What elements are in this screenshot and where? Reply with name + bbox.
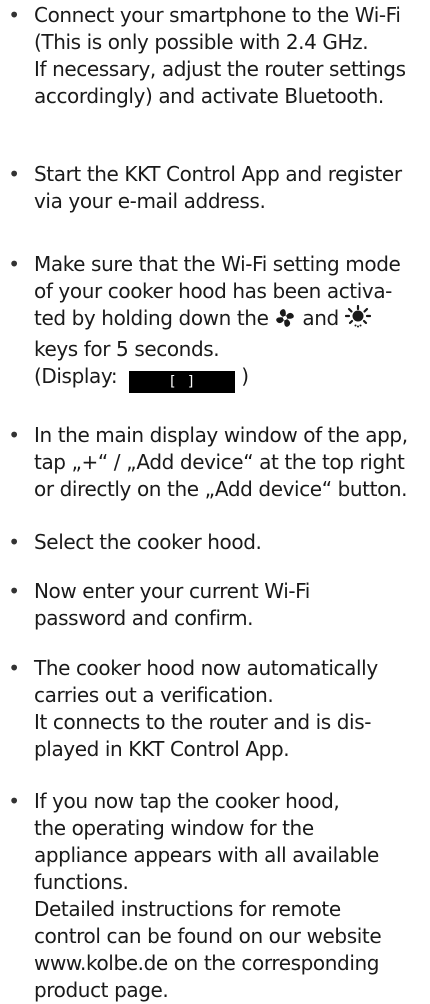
step-text-line: control can be found on our website (34, 924, 382, 948)
list-item-select-hood: • Select the cooker hood. (8, 529, 424, 556)
list-item-enter-password: • Now enter your current Wi-Fi password … (8, 578, 424, 632)
step-text-line: Make sure that the Wi-Fi setting mode (34, 252, 401, 276)
display-close-paren: ) (241, 364, 249, 388)
step-text-line: Now enter your current Wi-Fi (34, 579, 310, 603)
step-text-line: (This is only possible with 2.4 GHz. (34, 30, 369, 54)
step-text-fragment: ted by holding down the (34, 306, 275, 330)
fan-icon (274, 307, 296, 336)
step-text-line: product page. (34, 978, 169, 1002)
step-text-fragment: and (296, 306, 345, 330)
step-text-line: functions. (34, 870, 129, 894)
step-text-line: Connect your smartphone to the Wi-Fi (34, 3, 401, 27)
display-indicator: [ ] (129, 371, 236, 393)
step-text-line: tap „+“ / „Add device“ at the top right (34, 450, 405, 474)
bullet: • (8, 423, 20, 447)
step-text-line: via your e-mail address. (34, 189, 266, 213)
step-text-line: Start the KKT Control App and register (34, 162, 402, 186)
step-text-line: The cooker hood now automatically (34, 656, 378, 680)
step-text-line: Detailed instructions for remote (34, 897, 341, 921)
step-text-line: or directly on the „Add device“ button. (34, 477, 408, 501)
light-icon (344, 304, 371, 336)
bullet: • (8, 3, 20, 27)
bullet: • (8, 656, 20, 680)
step-text-line: ted by holding down the and (34, 304, 424, 336)
display-note-line: (Display: [ ] ) (34, 363, 424, 393)
instruction-page: • Connect your smartphone to the Wi-Fi (… (0, 0, 430, 1002)
step-text-line: of your cooker hood has been activa- (34, 279, 392, 303)
list-item-verification: • The cooker hood now automatically carr… (8, 655, 424, 763)
bullet: • (8, 530, 20, 554)
bullet: • (8, 252, 20, 276)
step-text-line: Select the cooker hood. (34, 530, 262, 554)
step-text-line: If you now tap the cooker hood, (34, 789, 340, 813)
step-text-line: If necessary, adjust the router settings (34, 57, 406, 81)
list-item-add-device: • In the main display window of the app,… (8, 422, 424, 503)
bullet: • (8, 162, 20, 186)
step-text-line: keys for 5 seconds. (34, 337, 220, 361)
step-text-line: played in KKT Control App. (34, 737, 290, 761)
step-text-line: password and confirm. (34, 606, 254, 630)
bullet: • (8, 579, 20, 603)
list-item-start-app: • Start the KKT Control App and register… (8, 161, 424, 215)
step-text-line: carries out a verification. (34, 683, 274, 707)
step-text-line: In the main display window of the app, (34, 423, 408, 447)
step-text-line: the operating window for the (34, 816, 314, 840)
step-text-line: It connects to the router and is dis- (34, 710, 372, 734)
step-text-line: appliance appears with all available (34, 843, 379, 867)
display-label: (Display: (34, 364, 118, 388)
list-item-activate-wifi-mode: • Make sure that the Wi-Fi setting mode … (8, 251, 424, 393)
list-item-connect-wifi: • Connect your smartphone to the Wi-Fi (… (8, 2, 424, 110)
list-item-operating-window: • If you now tap the cooker hood, the oper… (8, 788, 424, 1004)
bullet: • (8, 789, 20, 813)
step-text-line: accordingly) and activate Bluetooth. (34, 84, 384, 108)
step-text-line: www.kolbe.de on the corresponding (34, 951, 380, 975)
